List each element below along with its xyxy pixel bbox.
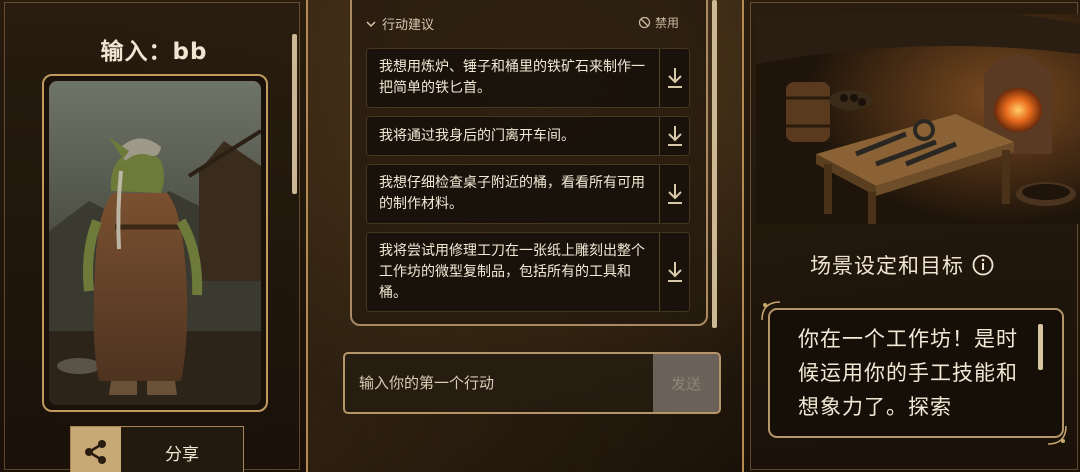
download-icon[interactable] — [659, 117, 689, 155]
suggestion-text: 我将通过我身后的门离开车间。 — [379, 127, 575, 144]
ban-icon — [638, 16, 651, 29]
download-icon[interactable] — [659, 233, 689, 311]
share-button[interactable]: 分享 — [70, 426, 244, 472]
chevron-down-icon — [366, 20, 376, 27]
scene-description-box: 你在一个工作坊！是时候运用你的手工技能和想象力了。探索 — [768, 308, 1064, 438]
scene-title-label: 场景设定和目标 — [810, 254, 964, 278]
share-label: 分享 — [165, 444, 199, 465]
ornament-corner-icon — [1047, 425, 1067, 445]
suggestion-text: 我将尝试用修理工刀在一张纸上雕刻出整个工作坊的微型复制品，包括所有的工具和桶。 — [379, 242, 645, 301]
scene-description-scrollbar[interactable] — [1038, 324, 1043, 370]
scene-title: 场景设定和目标 — [810, 250, 994, 280]
action-input-box: 发送 — [343, 352, 721, 414]
suggestion-item[interactable]: 我想仔细检查桌子附近的桶，看看所有可用的制作材料。 — [366, 164, 690, 224]
disable-suggestions-toggle[interactable]: 禁用 — [638, 14, 679, 31]
download-icon[interactable] — [659, 165, 689, 223]
suggestion-item[interactable]: 我将通过我身后的门离开车间。 — [366, 116, 690, 156]
suggestions-header-label: 行动建议 — [382, 18, 435, 33]
suggestions-header[interactable]: 行动建议 — [366, 14, 434, 33]
send-button[interactable]: 发送 — [653, 354, 719, 412]
suggestions-scrollbar[interactable] — [712, 0, 717, 328]
download-icon[interactable] — [659, 49, 689, 107]
character-title: 输入：bb — [100, 39, 208, 65]
scene-image — [756, 14, 1080, 224]
ornament-corner-icon — [761, 301, 781, 321]
character-portrait-frame — [42, 74, 268, 412]
disable-label: 禁用 — [655, 16, 680, 30]
suggestion-text: 我想仔细检查桌子附近的桶，看看所有可用的制作材料。 — [379, 175, 645, 212]
character-portrait — [49, 81, 261, 405]
scene-description: 你在一个工作坊！是时候运用你的手工技能和想象力了。探索 — [798, 327, 1018, 419]
suggestion-item[interactable]: 我想用炼炉、锤子和桶里的铁矿石来制作一把简单的铁匕首。 — [366, 48, 690, 108]
action-input[interactable] — [345, 354, 653, 412]
info-icon[interactable] — [972, 254, 994, 276]
share-icon — [71, 427, 121, 472]
suggestion-text: 我想用炼炉、锤子和桶里的铁矿石来制作一把简单的铁匕首。 — [379, 59, 645, 96]
suggestion-item[interactable]: 我将尝试用修理工刀在一张纸上雕刻出整个工作坊的微型复制品，包括所有的工具和桶。 — [366, 232, 690, 312]
character-panel-scrollbar[interactable] — [292, 34, 297, 194]
